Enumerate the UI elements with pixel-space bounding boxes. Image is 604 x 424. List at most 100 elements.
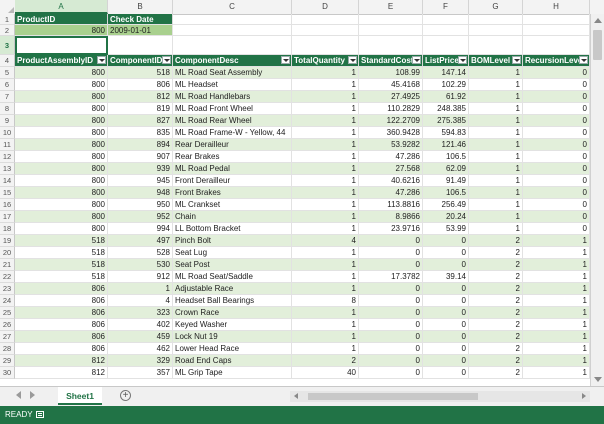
table-cell[interactable]: 39.14 [423,271,469,283]
table-cell[interactable]: 907 [108,151,173,163]
table-cell[interactable]: 1 [292,271,359,283]
table-cell[interactable]: 819 [108,103,173,115]
filter-dropdown-icon[interactable] [281,56,290,64]
vertical-scrollbar[interactable] [590,14,604,386]
column-header-d[interactable]: D [292,0,359,14]
table-cell[interactable]: ML Road Front Wheel [173,103,292,115]
table-cell[interactable]: 47.286 [359,187,423,199]
table-cell[interactable]: 800 [15,115,108,127]
param-header-productid[interactable]: ProductID [15,14,108,25]
table-cell[interactable]: Lower Head Race [173,343,292,355]
table-cell[interactable]: 827 [108,115,173,127]
table-cell[interactable]: 800 [15,223,108,235]
param-value-productid[interactable]: 800 [15,25,108,36]
row-number[interactable]: 5 [0,67,15,79]
row-number[interactable]: 3 [0,36,15,55]
table-cell[interactable]: 4 [292,235,359,247]
table-cell[interactable]: 459 [108,331,173,343]
table-cell[interactable]: 0 [423,319,469,331]
cell[interactable] [292,36,359,55]
table-cell[interactable]: 248.385 [423,103,469,115]
column-header-h[interactable]: H [523,0,590,14]
table-cell[interactable]: 806 [15,319,108,331]
table-cell[interactable]: 952 [108,211,173,223]
table-cell[interactable]: 2 [469,367,523,379]
table-cell[interactable]: 806 [15,331,108,343]
row-number[interactable]: 10 [0,127,15,139]
table-cell[interactable]: ML Crankset [173,199,292,211]
table-cell[interactable]: 2 [469,319,523,331]
table-cell[interactable]: ML Road Frame-W - Yellow, 44 [173,127,292,139]
table-cell[interactable]: 8 [292,295,359,307]
table-cell[interactable]: 1 [292,343,359,355]
table-cell[interactable]: 1 [292,163,359,175]
table-cell[interactable]: ML Road Seat/Saddle [173,271,292,283]
row-number[interactable]: 28 [0,343,15,355]
table-cell[interactable]: 0 [523,127,590,139]
table-cell[interactable]: 0 [523,79,590,91]
table-cell[interactable]: 1 [523,355,590,367]
table-cell[interactable]: 2 [469,295,523,307]
table-cell[interactable]: 122.2709 [359,115,423,127]
table-cell[interactable]: 1 [469,187,523,199]
prev-sheet-icon[interactable] [16,391,21,399]
table-cell[interactable]: 0 [359,355,423,367]
row-number[interactable]: 7 [0,91,15,103]
table-cell[interactable]: 800 [15,211,108,223]
column-header-e[interactable]: E [359,0,423,14]
table-cell[interactable]: 329 [108,355,173,367]
table-cell[interactable]: 1 [292,307,359,319]
table-cell[interactable]: ML Road Handlebars [173,91,292,103]
row-number[interactable]: 9 [0,115,15,127]
table-cell[interactable]: 518 [15,259,108,271]
row-number[interactable]: 8 [0,103,15,115]
cell[interactable] [108,36,173,55]
table-cell[interactable]: 1 [292,127,359,139]
table-cell[interactable]: Lock Nut 19 [173,331,292,343]
table-header-cell[interactable]: ComponentID [108,55,173,67]
row-number[interactable]: 27 [0,331,15,343]
table-cell[interactable]: 948 [108,187,173,199]
filter-dropdown-icon[interactable] [458,56,467,64]
table-cell[interactable]: LL Bottom Bracket [173,223,292,235]
table-cell[interactable]: 0 [359,259,423,271]
table-cell[interactable]: 835 [108,127,173,139]
table-cell[interactable]: 1 [292,319,359,331]
param-value-checkdate[interactable]: 2009-01-01 [108,25,173,36]
table-cell[interactable]: 106.5 [423,151,469,163]
table-header-cell[interactable]: ComponentDesc [173,55,292,67]
table-cell[interactable]: 806 [15,343,108,355]
next-sheet-icon[interactable] [30,391,35,399]
table-cell[interactable]: 0 [423,343,469,355]
table-cell[interactable]: 2 [469,247,523,259]
table-cell[interactable]: 800 [15,127,108,139]
row-number[interactable]: 18 [0,223,15,235]
table-header-cell[interactable]: ProductAssemblyID [15,55,108,67]
table-cell[interactable]: 53.9282 [359,139,423,151]
table-cell[interactable]: 1 [469,103,523,115]
table-cell[interactable]: 0 [423,247,469,259]
table-cell[interactable]: 0 [423,367,469,379]
row-number[interactable]: 12 [0,151,15,163]
table-cell[interactable]: 0 [523,67,590,79]
row-number[interactable]: 6 [0,79,15,91]
table-cell[interactable]: 91.49 [423,175,469,187]
table-cell[interactable]: 1 [292,79,359,91]
table-cell[interactable]: 2 [469,343,523,355]
table-cell[interactable]: 1 [108,283,173,295]
table-cell[interactable]: Rear Derailleur [173,139,292,151]
spreadsheet-grid[interactable]: A B C D E F G H 1 ProductID Check Date 2… [0,0,604,386]
scroll-right-icon[interactable] [582,393,586,399]
macro-record-icon[interactable] [36,411,44,418]
table-cell[interactable]: 1 [292,283,359,295]
table-cell[interactable]: 800 [15,151,108,163]
table-cell[interactable]: 0 [359,295,423,307]
table-cell[interactable]: 147.14 [423,67,469,79]
table-cell[interactable]: 812 [15,355,108,367]
table-cell[interactable]: 800 [15,199,108,211]
table-cell[interactable]: 121.46 [423,139,469,151]
table-cell[interactable]: 1 [523,235,590,247]
table-cell[interactable]: Front Brakes [173,187,292,199]
param-header-checkdate[interactable]: Check Date [108,14,173,25]
table-cell[interactable]: 1 [292,67,359,79]
